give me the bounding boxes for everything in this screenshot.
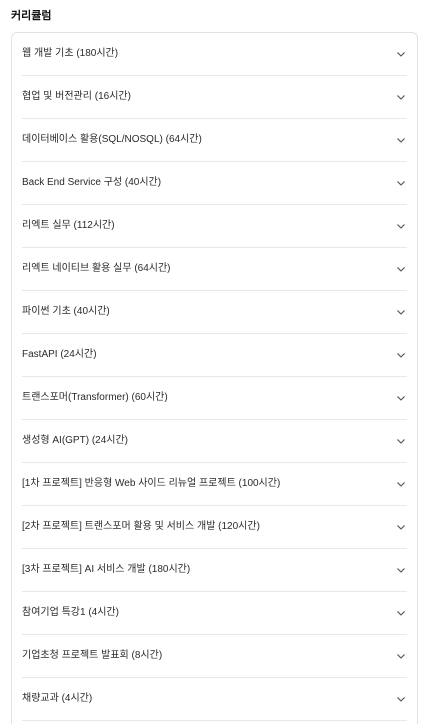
accordion-item[interactable]: [1차 프로젝트] 반응형 Web 사이드 리뉴얼 프로젝트 (100시간): [22, 463, 407, 506]
section-title: 커리큘럼: [11, 10, 52, 22]
chevron-down-icon[interactable]: [396, 221, 406, 231]
chevron-down-icon[interactable]: [396, 307, 406, 317]
chevron-down-icon[interactable]: [396, 694, 406, 704]
chevron-down-icon[interactable]: [396, 350, 406, 360]
accordion-item[interactable]: 생성형 AI(GPT) (24시간): [22, 420, 407, 463]
accordion-item-label: 채량교과 (4시간): [22, 693, 93, 704]
chevron-down-icon[interactable]: [396, 479, 406, 489]
accordion-item[interactable]: [3차 프로젝트] AI 서비스 개발 (180시간): [22, 549, 407, 592]
curriculum-accordion: 웹 개발 기초 (180시간) 협업 및 버전관리 (16시간) 데이터베이스 활용…: [11, 32, 418, 724]
chevron-down-icon[interactable]: [396, 522, 406, 532]
accordion-item-label: Back End Service 구성 (40시간): [22, 177, 162, 188]
chevron-down-icon[interactable]: [396, 135, 406, 145]
accordion-item[interactable]: 트랜스포머(Transformer) (60시간): [22, 377, 407, 420]
accordion-item-label: [1차 프로젝트] 반응형 Web 사이드 리뉴얼 프로젝트 (100시간): [22, 478, 281, 489]
chevron-down-icon[interactable]: [396, 178, 406, 188]
accordion-item-label: FastAPI (24시간): [22, 349, 97, 360]
chevron-down-icon[interactable]: [396, 436, 406, 446]
accordion-item[interactable]: [2차 프로젝트] 트랜스포머 활용 및 서비스 개발 (120시간): [22, 506, 407, 549]
accordion-item[interactable]: 데이터베이스 활용(SQL/NOSQL) (64시간): [22, 119, 407, 162]
accordion-item-label: [3차 프로젝트] AI 서비스 개발 (180시간): [22, 564, 191, 575]
chevron-down-icon[interactable]: [396, 264, 406, 274]
chevron-down-icon[interactable]: [396, 49, 406, 59]
curriculum-page: 커리큘럼 웹 개발 기초 (180시간) 협업 및 버전관리 (16시간) 데이터베…: [0, 0, 426, 724]
accordion-item[interactable]: 참여기업 특강1 (4시간): [22, 592, 407, 635]
chevron-down-icon[interactable]: [396, 651, 406, 661]
accordion-list: 웹 개발 기초 (180시간) 협업 및 버전관리 (16시간) 데이터베이스 활용…: [12, 33, 417, 721]
accordion-item[interactable]: 기업초청 프로젝트 발표회 (8시간): [22, 635, 407, 678]
accordion-item[interactable]: 협업 및 버전관리 (16시간): [22, 76, 407, 119]
chevron-down-icon[interactable]: [396, 92, 406, 102]
accordion-item-label: 리엑트 네이티브 활용 실무 (64시간): [22, 263, 171, 274]
accordion-item-label: 생성형 AI(GPT) (24시간): [22, 435, 129, 446]
accordion-item-label: 기업초청 프로젝트 발표회 (8시간): [22, 650, 163, 661]
accordion-item[interactable]: 웹 개발 기초 (180시간): [22, 33, 407, 76]
accordion-item-label: 데이터베이스 활용(SQL/NOSQL) (64시간): [22, 134, 202, 145]
accordion-item-label: 리엑트 실무 (112시간): [22, 220, 115, 231]
accordion-item-label: 참여기업 특강1 (4시간): [22, 607, 119, 618]
accordion-item[interactable]: Back End Service 구성 (40시간): [22, 162, 407, 205]
accordion-item-label: 협업 및 버전관리 (16시간): [22, 91, 131, 102]
accordion-item[interactable]: FastAPI (24시간): [22, 334, 407, 377]
accordion-item-label: 트랜스포머(Transformer) (60시간): [22, 392, 168, 403]
accordion-item-label: [2차 프로젝트] 트랜스포머 활용 및 서비스 개발 (120시간): [22, 521, 260, 532]
accordion-item[interactable]: 채량교과 (4시간): [22, 678, 407, 721]
chevron-down-icon[interactable]: [396, 393, 406, 403]
accordion-item[interactable]: 리엑트 실무 (112시간): [22, 205, 407, 248]
chevron-down-icon[interactable]: [396, 565, 406, 575]
accordion-item[interactable]: 파이썬 기초 (40시간): [22, 291, 407, 334]
accordion-item-label: 웹 개발 기초 (180시간): [22, 48, 119, 59]
accordion-item[interactable]: 리엑트 네이티브 활용 실무 (64시간): [22, 248, 407, 291]
chevron-down-icon[interactable]: [396, 608, 406, 618]
accordion-item-label: 파이썬 기초 (40시간): [22, 306, 110, 317]
